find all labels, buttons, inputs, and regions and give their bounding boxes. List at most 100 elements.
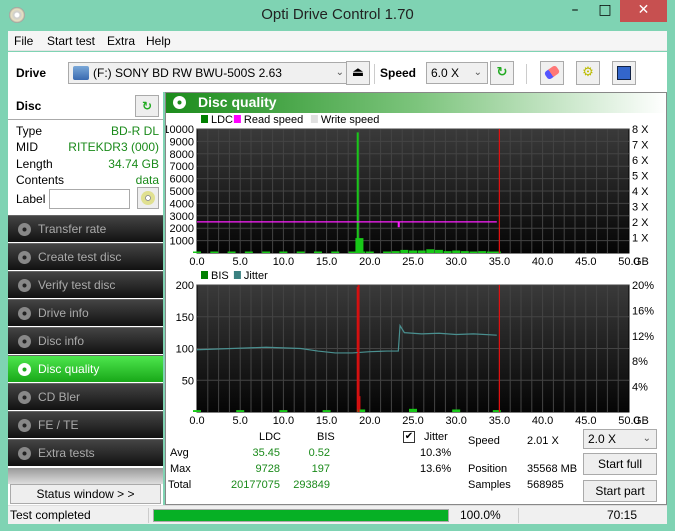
x-tick-label: 25.0 [402, 256, 423, 268]
disc-icon [18, 307, 31, 320]
drive-value: (F:) SONY BD RW BWU-500S 2.63 [93, 66, 282, 80]
x-tick-label: 0.0 [189, 256, 204, 268]
ldc-bar [409, 250, 417, 253]
refresh-speed-button[interactable]: ↻ [490, 61, 514, 85]
ldc-bar [331, 251, 340, 253]
disc-label-input[interactable] [49, 189, 130, 209]
speed-label: Speed [380, 66, 417, 80]
menu-file[interactable]: File [14, 34, 33, 48]
maximize-button[interactable]: □ [590, 0, 620, 22]
disc-label-button[interactable] [137, 187, 159, 209]
x-tick-label: 20.0 [359, 415, 380, 427]
disc-mid-value: RITEKDR3 (000) [68, 140, 159, 154]
sidebar-item-transfer-rate[interactable]: Transfer rate [8, 215, 163, 242]
legend-swatch [233, 115, 241, 123]
status-text: Test completed [10, 508, 91, 522]
erase-button[interactable] [540, 61, 564, 85]
bis-bar [322, 410, 331, 412]
title-bar: Opti Drive Control 1.70 – □ ✕ [0, 0, 675, 30]
disc-type-row: Type BD-R DL [16, 124, 159, 140]
max-jitter: 13.6% [420, 463, 452, 475]
x-tick-label: 35.0 [489, 415, 510, 427]
x-axis-label: GB [633, 256, 649, 268]
y-tick-label-left: 3000 [170, 211, 194, 223]
avg-ldc: 35.45 [252, 447, 280, 459]
ldc-bar [443, 251, 452, 253]
drive-select[interactable]: (F:) SONY BD RW BWU-500S 2.63 ⌄ [68, 62, 350, 84]
bis-bar [236, 410, 245, 412]
bis-bar [409, 408, 417, 412]
disc-quality-icon [173, 96, 186, 109]
ldc-bar [210, 251, 219, 253]
app-window: Opti Drive Control 1.70 – □ ✕ File Start… [0, 0, 675, 531]
ldc-bar [355, 238, 364, 253]
y-tick-label-right: 12% [632, 331, 654, 343]
settings-button[interactable]: ⚙ [576, 61, 600, 85]
sidebar-item-label: Transfer rate [38, 222, 107, 236]
legend-swatch [310, 115, 318, 123]
minimize-button[interactable]: – [560, 0, 590, 22]
sidebar-item-cd-bler[interactable]: CD Bler [8, 383, 163, 410]
x-tick-label: 10.0 [273, 256, 294, 268]
y-tick-label-right: 1 X [632, 233, 649, 245]
status-separator [148, 508, 149, 523]
menu-help[interactable]: Help [146, 34, 171, 48]
ldc-bar [313, 251, 322, 253]
jitter-checkbox[interactable]: ✔ [403, 431, 415, 443]
ldc-bar [452, 250, 461, 253]
total-ldc: 20177075 [231, 479, 280, 491]
x-tick-label: 30.0 [445, 256, 466, 268]
position-label: Position [468, 463, 508, 475]
chevron-down-icon: ⌄ [473, 67, 482, 78]
save-button[interactable] [612, 61, 636, 85]
close-button[interactable]: ✕ [620, 0, 667, 22]
y-tick-label-left: 10000 [166, 124, 194, 136]
sidebar-item-extra-tests[interactable]: Extra tests [8, 439, 163, 466]
status-window-button[interactable]: Status window > > [10, 484, 161, 504]
y-tick-label-left: 150 [176, 312, 194, 324]
legend-swatch [201, 271, 208, 279]
x-axis-label: GB [633, 415, 649, 427]
y-tick-label-left: 100 [176, 344, 194, 356]
ldc-bar [296, 251, 305, 253]
start-full-button[interactable]: Start full [583, 453, 657, 475]
disc-icon [18, 251, 31, 264]
disc-length-row: Length 34.74 GB [16, 157, 159, 173]
progress-fill [154, 510, 448, 521]
test-speed-select[interactable]: 2.0 X ⌄ [583, 429, 657, 449]
legend-label: LDC [211, 114, 233, 126]
disc-refresh-button[interactable]: ↻ [135, 95, 159, 117]
x-tick-label: 25.0 [402, 415, 423, 427]
sidebar-item-drive-info[interactable]: Drive info [8, 299, 163, 326]
x-tick-label: 0.0 [189, 415, 204, 427]
y-tick-label-left: 9000 [170, 136, 194, 148]
nav-filler [8, 468, 163, 484]
progress-bar [153, 509, 449, 522]
y-tick-label-right: 8 X [632, 124, 649, 136]
disc-mid-row: MID RITEKDR3 (000) [16, 140, 159, 156]
disc-header-title: Disc [16, 99, 42, 113]
samples-label: Samples [468, 479, 511, 491]
y-tick-label-right: 7 X [632, 140, 649, 152]
sidebar-item-create-test-disc[interactable]: Create test disc [8, 243, 163, 270]
charts-area: 1000200030004000500060007000800090001000… [166, 114, 654, 427]
start-part-button[interactable]: Start part [583, 480, 657, 502]
floppy-save-icon [617, 66, 631, 80]
speed-select[interactable]: 6.0 X ⌄ [426, 62, 488, 84]
elapsed-time: 70:15 [606, 508, 637, 522]
speed-value: 6.0 X [431, 66, 460, 80]
menu-start-test[interactable]: Start test [47, 34, 95, 48]
x-tick-label: 5.0 [233, 256, 248, 268]
eject-button[interactable]: ⏏ [346, 61, 370, 85]
sidebar-item-verify-test-disc[interactable]: Verify test disc [8, 271, 163, 298]
ldc-bar [478, 251, 487, 253]
avg-jitter: 10.3% [420, 447, 452, 459]
ldc-bar [193, 251, 201, 253]
legend-label: Jitter [244, 270, 268, 282]
x-tick-label: 15.0 [316, 415, 337, 427]
sidebar-item-fe-te[interactable]: FE / TE [8, 411, 163, 438]
sidebar-item-disc-info[interactable]: Disc info [8, 327, 163, 354]
x-tick-label: 45.0 [575, 415, 596, 427]
sidebar-item-disc-quality[interactable]: Disc quality [8, 355, 163, 382]
menu-extra[interactable]: Extra [107, 34, 135, 48]
